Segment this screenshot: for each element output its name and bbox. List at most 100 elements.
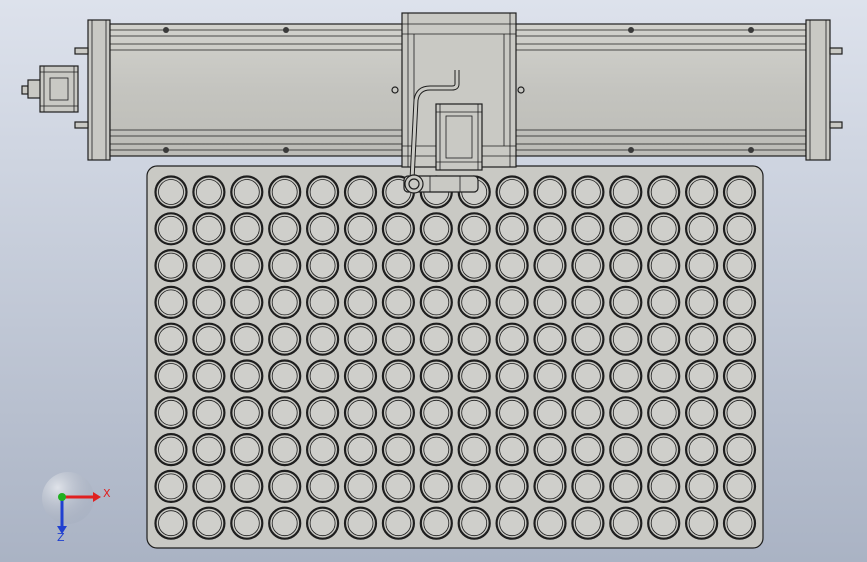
tray-hole bbox=[609, 285, 643, 319]
tray-hole bbox=[306, 433, 340, 467]
tray-hole bbox=[571, 322, 605, 356]
tray-hole bbox=[571, 285, 605, 319]
pick-head bbox=[403, 174, 479, 194]
tray-hole bbox=[684, 175, 719, 209]
tray-hole bbox=[381, 433, 415, 467]
tray-hole bbox=[647, 396, 681, 430]
tray-hole bbox=[647, 249, 681, 283]
tray-hole bbox=[343, 249, 378, 283]
tray-hole bbox=[722, 322, 757, 356]
tray-hole bbox=[647, 359, 681, 393]
tray-hole bbox=[722, 285, 757, 319]
triad-z-label: Z bbox=[57, 531, 65, 544]
rail-screw bbox=[163, 147, 169, 153]
tray-hole bbox=[154, 175, 188, 209]
tray-hole bbox=[381, 469, 415, 503]
tray-hole bbox=[684, 433, 719, 467]
rail-screw bbox=[748, 147, 754, 153]
cad-model-view[interactable] bbox=[0, 0, 867, 562]
tray-hole bbox=[684, 396, 719, 430]
tray-hole bbox=[495, 249, 529, 283]
tray-hole bbox=[722, 396, 757, 430]
tray-hole bbox=[647, 285, 681, 319]
tray-hole bbox=[684, 212, 719, 246]
tray-hole bbox=[571, 433, 605, 467]
tray-hole bbox=[306, 212, 340, 246]
tray-hole bbox=[268, 249, 302, 283]
tray-hole bbox=[457, 433, 491, 467]
tray-hole bbox=[154, 322, 188, 356]
tray-hole bbox=[268, 285, 302, 319]
tray-hole bbox=[457, 396, 491, 430]
tray-hole bbox=[647, 469, 681, 503]
tray-hole bbox=[722, 212, 757, 246]
tray-hole bbox=[533, 433, 567, 467]
tray-hole bbox=[268, 212, 302, 246]
tray-hole bbox=[495, 322, 529, 356]
tray-hole bbox=[722, 506, 757, 540]
tray-hole bbox=[609, 322, 643, 356]
tray-hole bbox=[306, 359, 340, 393]
tray-hole bbox=[343, 506, 378, 540]
tray-hole bbox=[495, 285, 529, 319]
tray-hole bbox=[154, 396, 188, 430]
tray-hole bbox=[419, 506, 453, 540]
hole-tray[interactable] bbox=[146, 165, 764, 549]
tray-hole bbox=[230, 506, 264, 540]
tray-hole bbox=[495, 175, 529, 209]
tray-hole bbox=[647, 212, 681, 246]
rail-screw bbox=[748, 27, 754, 33]
tray-hole bbox=[306, 285, 340, 319]
tray-hole bbox=[533, 396, 567, 430]
rail-screw bbox=[283, 147, 289, 153]
tray-hole bbox=[419, 212, 453, 246]
tray-hole bbox=[154, 506, 188, 540]
tray-hole bbox=[647, 175, 681, 209]
tray-hole bbox=[419, 469, 453, 503]
tray-hole bbox=[306, 249, 340, 283]
tray-hole bbox=[192, 175, 226, 209]
tray-hole bbox=[381, 249, 415, 283]
tray-hole bbox=[609, 469, 643, 503]
tray-hole bbox=[457, 469, 491, 503]
tray-hole bbox=[609, 433, 643, 467]
tray-hole bbox=[192, 212, 226, 246]
tray-hole bbox=[419, 322, 453, 356]
tray-hole bbox=[571, 359, 605, 393]
tray-hole bbox=[684, 359, 719, 393]
rail-screw bbox=[628, 27, 634, 33]
tray-hole bbox=[495, 433, 529, 467]
tray-hole bbox=[381, 322, 415, 356]
tray-hole bbox=[457, 249, 491, 283]
tray-hole bbox=[306, 322, 340, 356]
tray-hole bbox=[533, 212, 567, 246]
tray-hole bbox=[571, 506, 605, 540]
tray-hole bbox=[457, 322, 491, 356]
tray-hole bbox=[381, 212, 415, 246]
tray-hole bbox=[381, 285, 415, 319]
tray-hole bbox=[343, 285, 378, 319]
tray-hole bbox=[192, 359, 226, 393]
tray-hole bbox=[230, 285, 264, 319]
tray-hole bbox=[647, 322, 681, 356]
tray-hole bbox=[381, 359, 415, 393]
tray-hole bbox=[495, 396, 529, 430]
tray-hole bbox=[306, 396, 340, 430]
tray-hole bbox=[609, 212, 643, 246]
carriage[interactable] bbox=[391, 12, 525, 194]
tray-hole bbox=[571, 396, 605, 430]
tray-hole bbox=[192, 433, 226, 467]
tray-hole bbox=[495, 469, 529, 503]
tray-hole bbox=[684, 506, 719, 540]
tray-hole bbox=[154, 212, 188, 246]
tray-hole bbox=[230, 433, 264, 467]
tray-hole bbox=[571, 175, 605, 209]
cad-viewport[interactable]: X Z bbox=[0, 0, 867, 562]
tray-hole bbox=[533, 506, 567, 540]
tray-hole bbox=[419, 433, 453, 467]
tray-hole bbox=[722, 433, 757, 467]
tray-hole bbox=[306, 175, 340, 209]
tray-hole bbox=[192, 322, 226, 356]
tray-hole bbox=[684, 322, 719, 356]
tray-hole bbox=[230, 469, 264, 503]
